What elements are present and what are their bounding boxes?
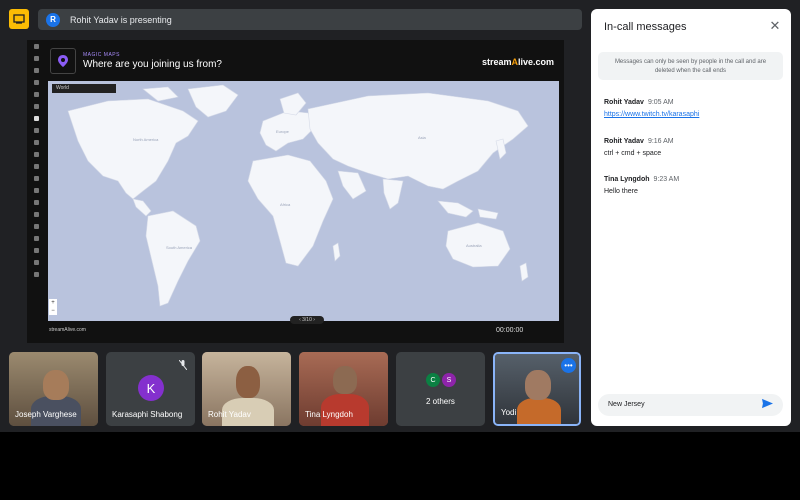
avatar: K xyxy=(138,375,164,401)
map-pin-icon xyxy=(50,48,76,74)
timer: 00:00:00 xyxy=(496,327,524,334)
chat-title: In-call messages xyxy=(604,21,687,33)
logo-text: stream xyxy=(482,57,512,67)
avatar: C xyxy=(426,373,440,387)
svg-text:Australia: Australia xyxy=(466,243,482,248)
presenter-avatar: R xyxy=(46,12,60,27)
message-text: Hello there xyxy=(604,188,638,195)
message-time: 9:16 AM xyxy=(647,138,674,145)
chat-input[interactable] xyxy=(598,394,783,416)
page-indicator[interactable]: ‹ 3/10 › xyxy=(290,316,324,324)
presenting-banner[interactable]: R Rohit Yadav is presenting xyxy=(38,9,582,30)
participant-tile-others[interactable]: 2 others xyxy=(396,352,485,426)
map-region-select[interactable]: World xyxy=(52,84,116,93)
svg-text:South America: South America xyxy=(166,245,193,250)
participant-name: Joseph Varghese xyxy=(15,410,77,419)
participant-name: Rohit Yadav xyxy=(208,410,251,419)
meet-window: R Rohit Yadav is presenting MAGIC MAPS W… xyxy=(0,0,800,500)
chat-message: Rohit Yadav 9:16 AM ctrl + cmd + space xyxy=(604,138,674,157)
message-sender: Rohit Yadav xyxy=(604,99,644,106)
chat-panel: In-call messages ✕ Messages can only be … xyxy=(591,9,791,426)
message-sender: Tina Lyngdoh xyxy=(604,176,650,183)
streamalive-logo: streamAlive.com xyxy=(482,57,555,67)
send-icon[interactable] xyxy=(762,398,773,412)
presenting-text: Rohit Yadav is presenting xyxy=(70,14,172,25)
message-link[interactable]: https://www.twitch.tv/karasaphi xyxy=(604,111,699,118)
shared-screen-title: Where are you joining us from? xyxy=(83,59,222,70)
message-time: 9:05 AM xyxy=(647,99,674,106)
map-zoom-control[interactable]: + − xyxy=(49,299,57,315)
magic-maps-label: MAGIC MAPS xyxy=(83,52,120,58)
message-time: 9:23 AM xyxy=(653,176,680,183)
participant-name: Tina Lyngdoh xyxy=(305,410,353,419)
svg-text:North America: North America xyxy=(133,137,159,142)
participant-tile[interactable]: Tina Lyngdoh xyxy=(299,352,388,426)
message-sender: Rohit Yadav xyxy=(604,138,644,145)
shared-screen-footer: streamAlive.com 00:00:00 xyxy=(42,325,562,341)
avatar: S xyxy=(442,373,456,387)
message-text: ctrl + cmd + space xyxy=(604,150,662,157)
participant-tile[interactable]: Rohit Yadav xyxy=(202,352,291,426)
chat-message: Rohit Yadav 9:05 AM https://www.twitch.tv… xyxy=(604,99,699,118)
others-label: 2 others xyxy=(426,397,455,406)
svg-text:Africa: Africa xyxy=(280,202,291,207)
svg-text:Europe: Europe xyxy=(276,129,290,134)
world-map: North America South America Europe Afric… xyxy=(48,81,559,321)
participant-tile[interactable]: Joseph Varghese xyxy=(9,352,98,426)
participant-name: Karasaphi Shabong xyxy=(112,410,183,419)
bottom-area xyxy=(0,432,800,500)
chat-notice: Messages can only be seen by people in t… xyxy=(598,52,783,80)
close-icon[interactable]: ✕ xyxy=(767,18,783,34)
shared-screen-sidebar xyxy=(30,44,42,284)
logo-suffix: live.com xyxy=(518,57,555,67)
more-options-icon[interactable]: ••• xyxy=(561,358,576,373)
participant-name: Yodi xyxy=(501,408,517,417)
chat-message: Tina Lyngdoh 9:23 AM Hello there xyxy=(604,176,679,195)
svg-text:Asia: Asia xyxy=(418,135,427,140)
mic-off-icon xyxy=(178,359,188,372)
footer-brand: streamAlive.com xyxy=(49,327,86,333)
presentation-icon[interactable] xyxy=(9,9,29,29)
